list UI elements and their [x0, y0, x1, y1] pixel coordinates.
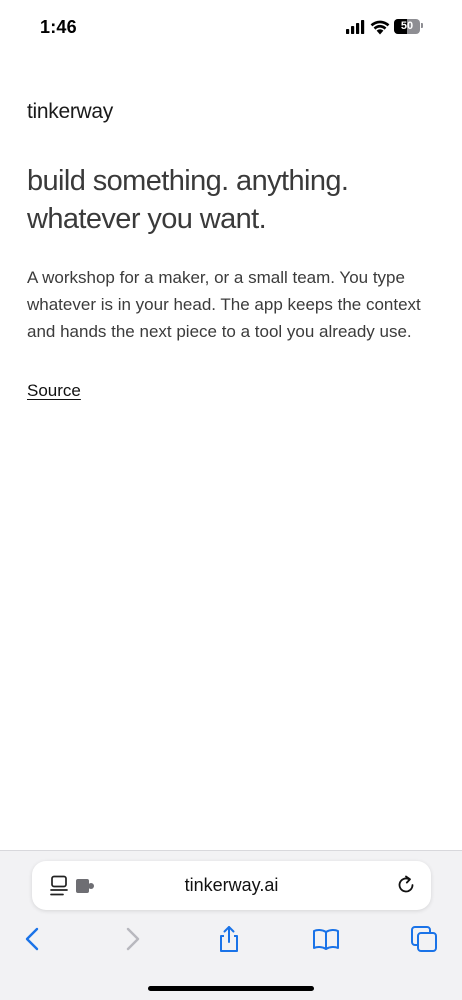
- battery-level: 50: [400, 20, 414, 32]
- reload-icon[interactable]: [395, 874, 417, 896]
- bookmarks-icon[interactable]: [312, 925, 340, 953]
- status-bar: 1:46 50: [0, 0, 462, 56]
- source-link[interactable]: Source: [27, 381, 81, 401]
- browser-toolbar: tinkerway.ai: [0, 850, 462, 1000]
- url-text[interactable]: tinkerway.ai: [32, 861, 431, 910]
- battery-cap: [421, 23, 423, 28]
- status-time: 1:46: [40, 17, 77, 37]
- back-icon[interactable]: [19, 925, 47, 953]
- address-bar[interactable]: tinkerway.ai: [32, 861, 431, 910]
- battery-icon: 50: [394, 19, 420, 34]
- wifi-icon: [370, 20, 390, 35]
- page-content: tinkerway build something. anything. wha…: [27, 100, 437, 401]
- home-indicator: [148, 986, 314, 991]
- share-icon[interactable]: [215, 925, 243, 953]
- page-description: A workshop for a maker, or a small team.…: [27, 268, 421, 341]
- signal-icon: [346, 20, 365, 34]
- page-headline: build something. anything. whatever you …: [27, 165, 349, 235]
- tabs-icon[interactable]: [410, 925, 438, 953]
- brand-name: tinkerway: [27, 100, 113, 123]
- forward-icon[interactable]: [118, 925, 146, 953]
